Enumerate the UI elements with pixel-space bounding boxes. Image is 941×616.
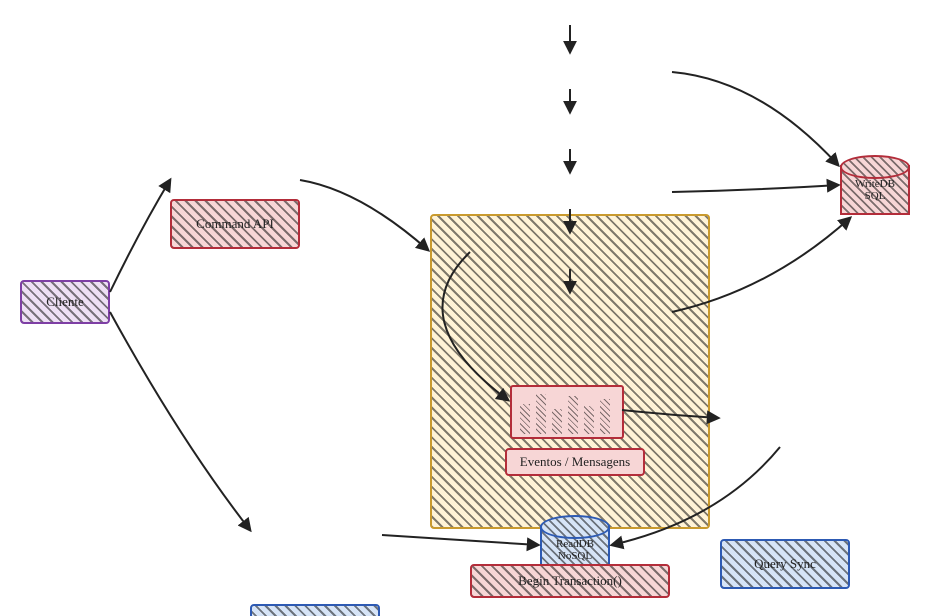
label-query-sync: Query Sync (754, 556, 816, 572)
label-eventos: Eventos / Mensagens (520, 454, 630, 470)
label-command-api: Command API (196, 216, 274, 232)
label-write-db: WriteDBSQL (840, 178, 910, 202)
node-cliente: Cliente (20, 280, 110, 324)
node-eventos-mensagens: Eventos / Mensagens (505, 448, 645, 476)
label-read-db: ReadDBNoSQL (540, 538, 610, 562)
diagram-canvas: Cliente Command API Query API Query Sync… (0, 0, 941, 616)
node-command-api: Command API (170, 199, 300, 249)
node-begin-transaction: Begin Transaction() (470, 564, 670, 598)
label-begin-tx: Begin Transaction() (518, 573, 622, 589)
node-message-queue-icon (510, 385, 624, 439)
node-query-sync: Query Sync (720, 539, 850, 589)
node-write-db: WriteDBSQL (840, 155, 910, 215)
label-cliente: Cliente (46, 294, 84, 310)
node-transaction-group (430, 214, 710, 529)
node-query-api: Query API (250, 604, 380, 616)
